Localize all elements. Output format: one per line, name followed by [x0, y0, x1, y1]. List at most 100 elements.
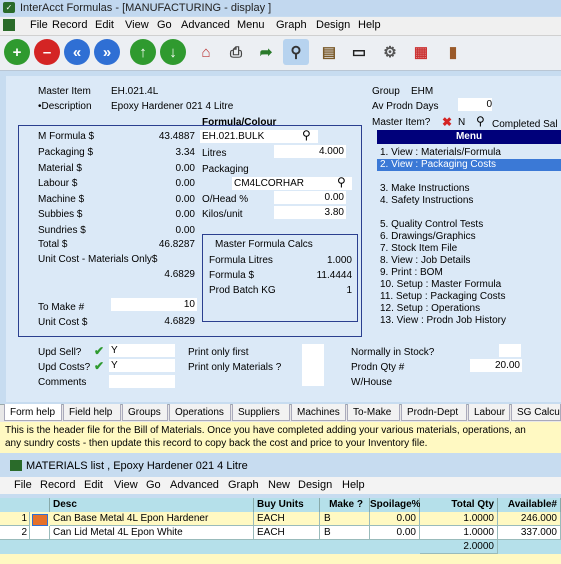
first-record-icon[interactable]: «: [64, 39, 90, 65]
down-arrow-icon[interactable]: ↓: [160, 39, 186, 65]
row-spoilage[interactable]: 0.00: [370, 526, 420, 540]
delete-record-icon[interactable]: –: [34, 39, 60, 65]
menu-file[interactable]: File: [30, 19, 48, 31]
sub-menu-new[interactable]: New: [268, 479, 290, 491]
row-spoilage[interactable]: 0.00: [370, 512, 420, 526]
normally-stock-field[interactable]: [499, 344, 521, 357]
tab-sg-calcul[interactable]: SG Calcul: [511, 404, 561, 421]
menu-help[interactable]: Help: [358, 19, 381, 31]
menu-go[interactable]: Go: [157, 19, 172, 31]
side-menu-item-10[interactable]: 10. Setup : Master Formula: [377, 279, 561, 291]
menu-record[interactable]: Record: [52, 19, 87, 31]
sub-menu-help[interactable]: Help: [342, 479, 365, 491]
tab-labour[interactable]: Labour: [468, 404, 510, 421]
grid-header-total-qty[interactable]: Total Qty: [420, 498, 498, 512]
grid-header-buy-units[interactable]: Buy Units: [254, 498, 320, 512]
row-desc[interactable]: Can Base Metal 4L Epon Hardener: [50, 512, 254, 526]
search-icon[interactable]: ⚲: [476, 114, 485, 128]
formula-code-field[interactable]: EH.021.BULK: [200, 130, 318, 143]
side-menu-item-13[interactable]: 13. View : Prodn Job History: [377, 315, 561, 327]
screen-icon[interactable]: ▭: [346, 39, 372, 65]
packaging-code-field[interactable]: CM4LCORHAR: [232, 177, 352, 190]
sundries-label: Sundries $: [38, 225, 86, 236]
gear-icon[interactable]: ⚙: [377, 39, 403, 65]
master-item-value[interactable]: EH.021.4L: [111, 86, 158, 97]
menu-design[interactable]: Design: [316, 19, 350, 31]
description-label: •Description: [38, 101, 92, 112]
sub-menu-edit[interactable]: Edit: [84, 479, 103, 491]
design-icon[interactable]: ▤: [316, 39, 342, 65]
grid-header-spoilage[interactable]: Spoilage%: [370, 498, 421, 512]
tab-form-help[interactable]: Form help: [4, 404, 62, 421]
home-icon[interactable]: ⌂: [193, 39, 219, 65]
side-menu-item-9[interactable]: 9. Print : BOM: [377, 267, 561, 279]
upd-sell-field[interactable]: Y: [109, 344, 175, 357]
side-menu-item-5[interactable]: 5. Quality Control Tests: [377, 219, 561, 231]
side-menu-item-3[interactable]: 3. Make Instructions: [377, 183, 561, 195]
row-buy-units[interactable]: EACH: [254, 526, 320, 540]
side-menu-item-2[interactable]: 2. View : Packaging Costs: [377, 159, 561, 171]
side-menu-item-7[interactable]: 7. Stock Item File: [377, 243, 561, 255]
side-menu-item-4[interactable]: 4. Safety Instructions: [377, 195, 561, 207]
description-value[interactable]: Epoxy Hardener 021 4 Litre: [111, 101, 233, 112]
side-menu-item-1[interactable]: 1. View : Materials/Formula: [377, 147, 561, 159]
tab-machines[interactable]: Machines: [291, 404, 346, 421]
side-menu-item-12[interactable]: 12. Setup : Operations: [377, 303, 561, 315]
row-desc[interactable]: Can Lid Metal 4L Epon White: [50, 526, 254, 540]
row-make[interactable]: B: [320, 526, 370, 540]
sub-menu-design[interactable]: Design: [298, 479, 332, 491]
master-item-q-value[interactable]: N: [458, 117, 465, 128]
menu-view[interactable]: View: [125, 19, 149, 31]
row-total-qty[interactable]: 1.0000: [420, 512, 498, 526]
to-make-field[interactable]: 10: [111, 298, 197, 311]
group-value[interactable]: EHM: [411, 86, 433, 97]
tab-prodn-dept[interactable]: Prodn-Dept: [401, 404, 467, 421]
export-icon[interactable]: ➦: [253, 39, 279, 65]
print-options-field[interactable]: [302, 344, 324, 386]
tab-to-make[interactable]: To-Make: [347, 404, 400, 421]
search-icon[interactable]: ⚲: [337, 175, 346, 189]
search-icon[interactable]: ⚲: [302, 128, 311, 142]
upd-costs-field[interactable]: Y: [109, 359, 175, 372]
calendar-icon[interactable]: ▦: [408, 39, 434, 65]
add-record-icon[interactable]: +: [4, 39, 30, 65]
tab-groups[interactable]: Groups: [122, 404, 168, 421]
material-label: Material $: [38, 163, 82, 174]
menu-advanced[interactable]: Advanced: [181, 19, 230, 31]
ohead-field[interactable]: 0.00: [274, 191, 346, 204]
sub-menu-view[interactable]: View: [114, 479, 138, 491]
sub-menu-graph[interactable]: Graph: [228, 479, 259, 491]
tab-operations[interactable]: Operations: [169, 404, 231, 421]
sub-menu-record[interactable]: Record: [40, 479, 75, 491]
sub-menu-advanced[interactable]: Advanced: [170, 479, 219, 491]
grid-header-desc[interactable]: Desc: [50, 498, 254, 512]
kilos-field[interactable]: 3.80: [274, 206, 346, 219]
comments-field[interactable]: [109, 375, 175, 388]
side-menu-item-11[interactable]: 11. Setup : Packaging Costs: [377, 291, 561, 303]
search-icon[interactable]: ⚲: [283, 39, 309, 65]
system-menu-icon[interactable]: [3, 19, 15, 31]
close-icon[interactable]: ✖: [442, 115, 452, 129]
print-icon[interactable]: ⎙: [223, 39, 249, 65]
menu-edit[interactable]: Edit: [95, 19, 114, 31]
sundries-value: 0.00: [175, 225, 195, 236]
av-prodn-days-field[interactable]: 0: [458, 98, 492, 111]
up-arrow-icon[interactable]: ↑: [130, 39, 156, 65]
sub-menu-file[interactable]: File: [14, 479, 32, 491]
side-menu-item-8[interactable]: 8. View : Job Details: [377, 255, 561, 267]
litres-field[interactable]: 4.000: [274, 145, 346, 158]
side-menu-item-6[interactable]: 6. Drawings/Graphics: [377, 231, 561, 243]
tab-suppliers[interactable]: Suppliers: [232, 404, 290, 421]
tab-field-help[interactable]: Field help: [63, 404, 121, 421]
row-buy-units[interactable]: EACH: [254, 512, 320, 526]
menu-graph[interactable]: Graph: [276, 19, 307, 31]
menu-menu[interactable]: Menu: [237, 19, 265, 31]
prodn-qty-field[interactable]: 20.00: [470, 359, 522, 372]
sub-menu-go[interactable]: Go: [146, 479, 161, 491]
row-make[interactable]: B: [320, 512, 370, 526]
grid-header-make[interactable]: Make ?: [320, 498, 370, 512]
grid-header-available[interactable]: Available#: [498, 498, 561, 512]
row-total-qty[interactable]: 1.0000: [420, 526, 498, 540]
exit-door-icon[interactable]: ▮: [440, 39, 466, 65]
last-record-icon[interactable]: »: [94, 39, 120, 65]
